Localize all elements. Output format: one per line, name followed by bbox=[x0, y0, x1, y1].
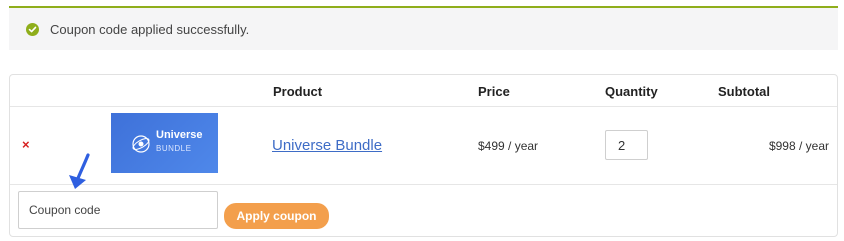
notice-message: Coupon code applied successfully. bbox=[50, 22, 250, 37]
cart-table: Product Price Quantity Subtotal × Univer… bbox=[9, 74, 838, 237]
column-header-subtotal: Subtotal bbox=[718, 84, 770, 99]
apply-coupon-button[interactable]: Apply coupon bbox=[224, 203, 329, 229]
universe-logo-icon bbox=[132, 135, 150, 153]
column-header-price: Price bbox=[478, 84, 510, 99]
product-name-link[interactable]: Universe Bundle bbox=[272, 137, 382, 154]
annotation-arrow-icon bbox=[69, 153, 90, 189]
product-price: $499 / year bbox=[478, 139, 539, 153]
thumbnail-title: Universe bbox=[156, 129, 203, 141]
column-header-product: Product bbox=[273, 84, 323, 99]
row-subtotal: $998 / year bbox=[768, 139, 829, 153]
quantity-input[interactable] bbox=[605, 130, 648, 160]
row-divider bbox=[10, 184, 837, 185]
remove-item-button[interactable]: × bbox=[22, 138, 34, 151]
success-notice: Coupon code applied successfully. bbox=[9, 6, 838, 50]
thumbnail-subtitle: BUNDLE bbox=[156, 144, 192, 153]
coupon-code-input[interactable] bbox=[18, 191, 218, 229]
header-divider bbox=[10, 106, 837, 107]
check-circle-icon bbox=[26, 23, 39, 36]
column-header-quantity: Quantity bbox=[605, 84, 658, 99]
product-thumbnail[interactable]: Universe BUNDLE bbox=[111, 113, 218, 173]
